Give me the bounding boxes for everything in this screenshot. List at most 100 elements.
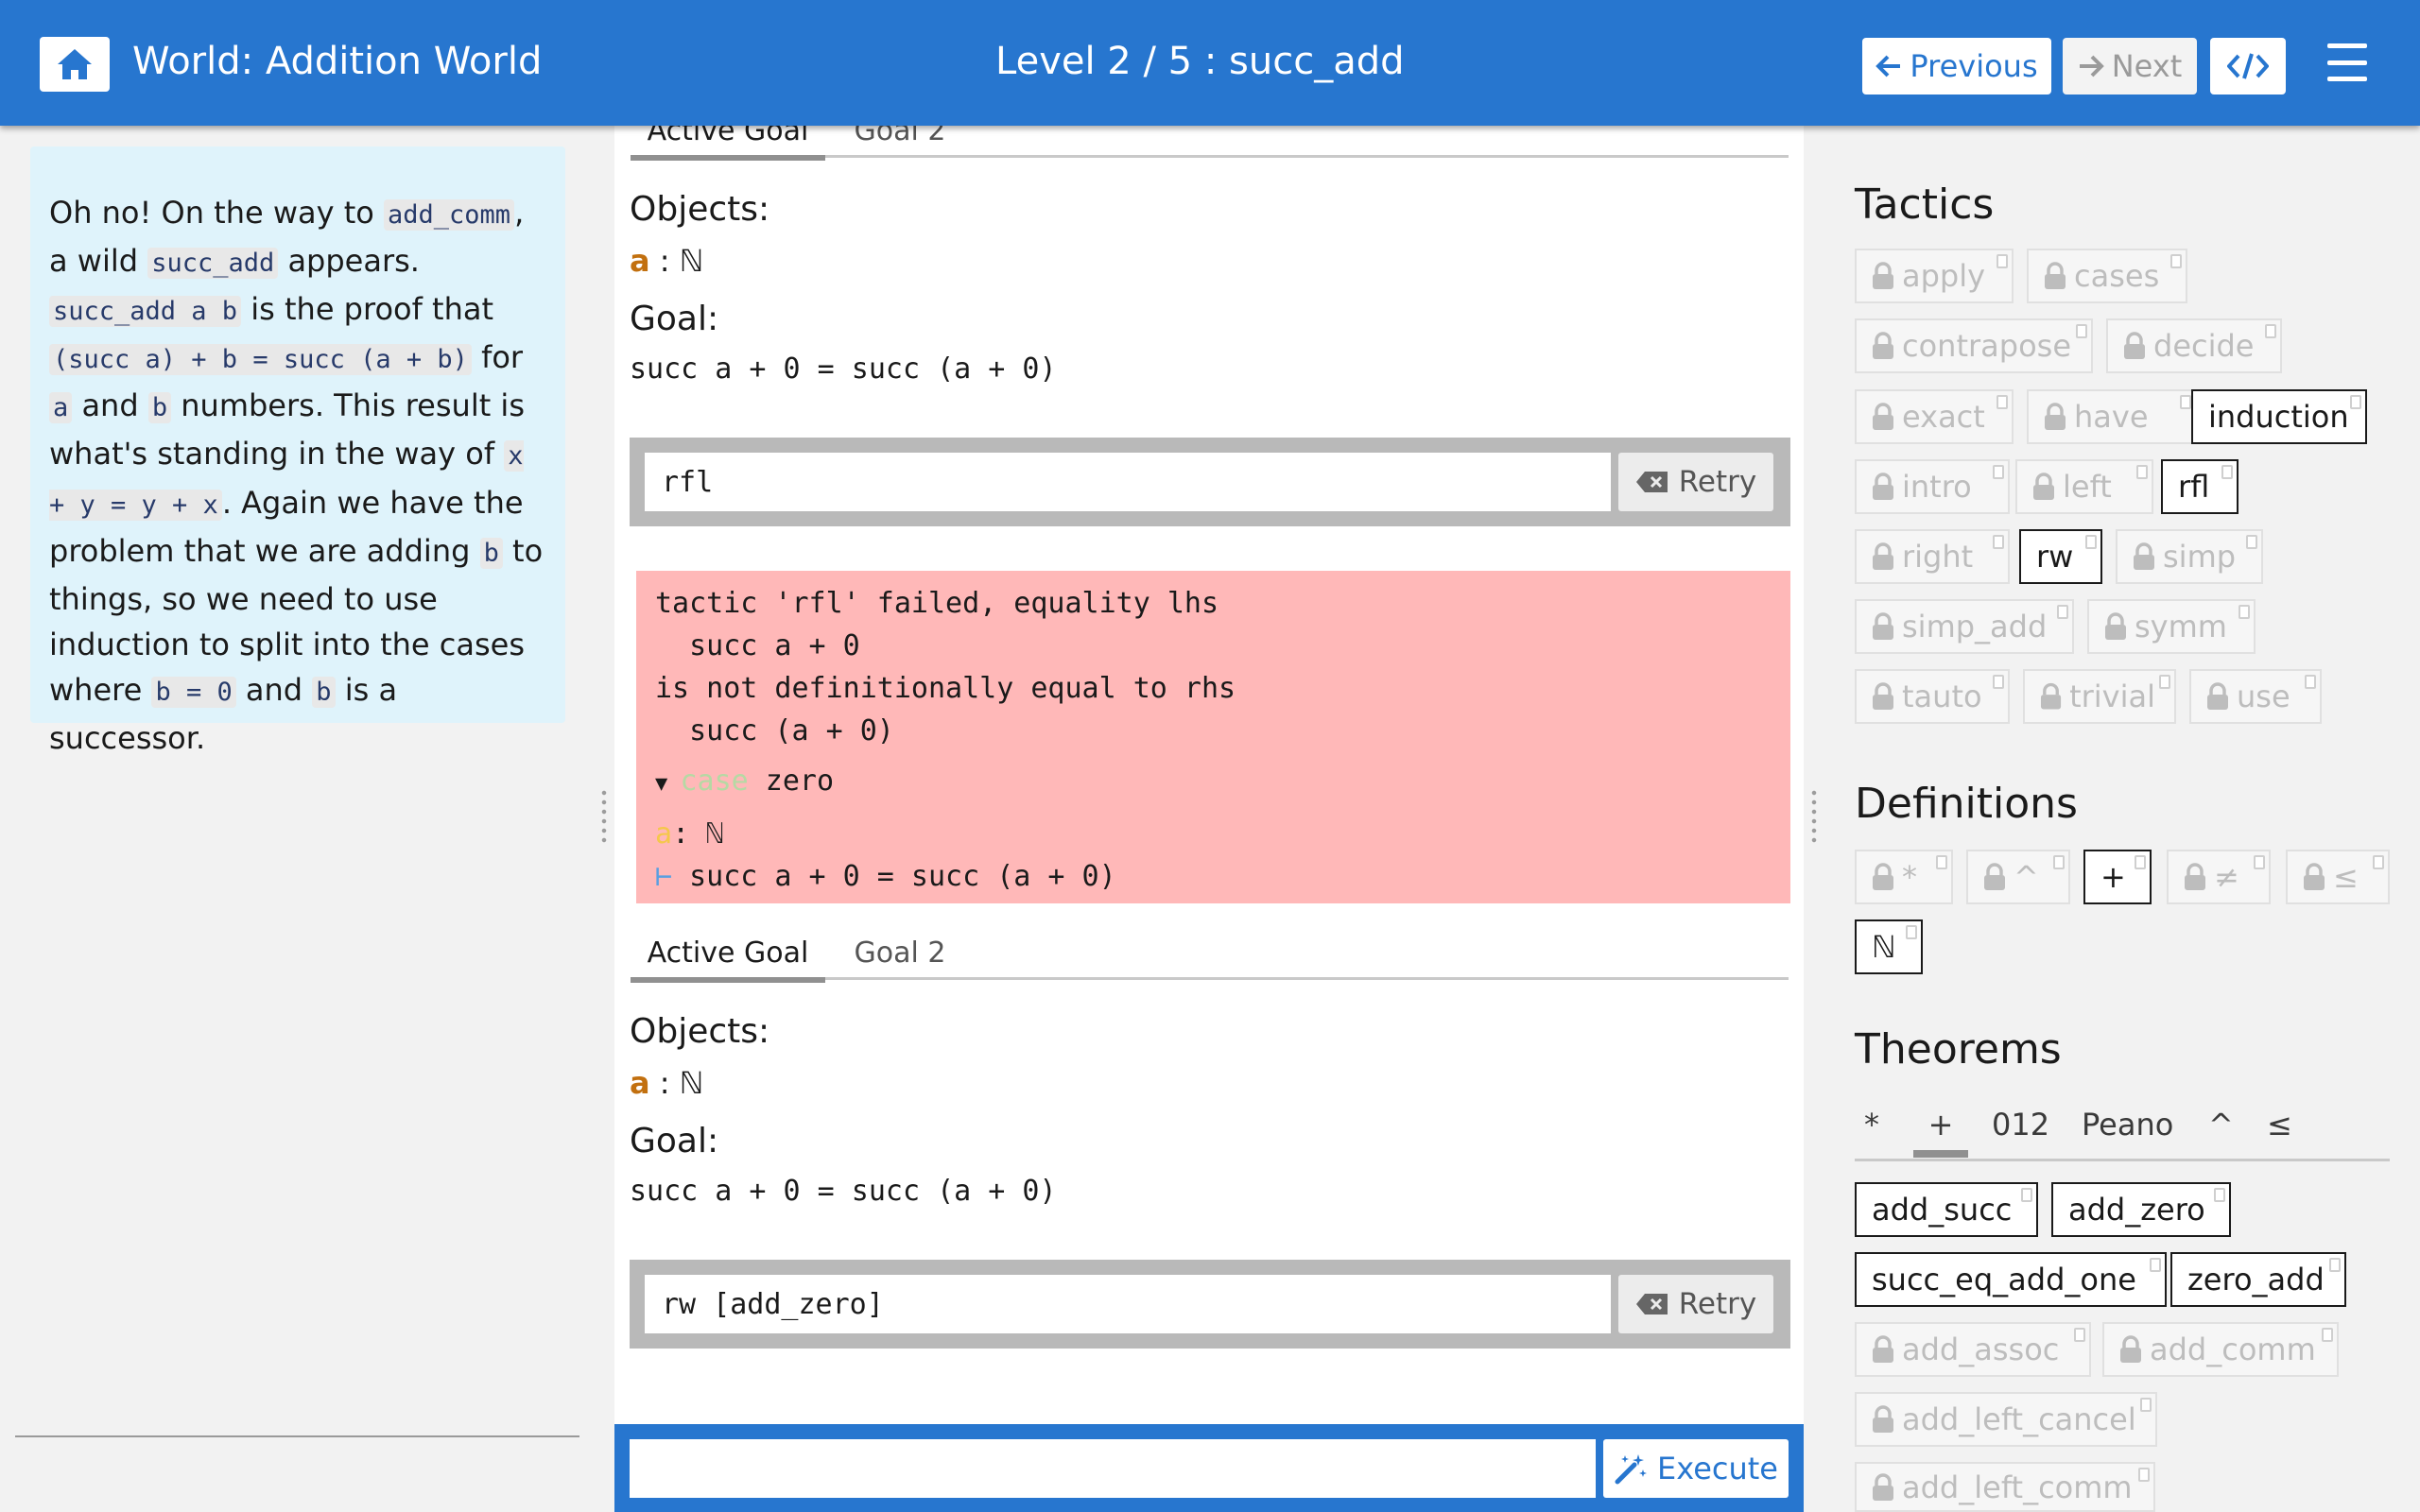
theorem-chip-add_assoc[interactable]: add_assoc	[1855, 1322, 2091, 1377]
copy-icon[interactable]	[2329, 1258, 2341, 1272]
tactic-chip-decide[interactable]: decide	[2106, 318, 2282, 373]
theorem-chip-add_comm[interactable]: add_comm	[2102, 1322, 2339, 1377]
copy-icon[interactable]	[2238, 605, 2250, 619]
case-header[interactable]: ▼ case zero	[655, 760, 1772, 805]
tactic-chip-trivial[interactable]: trivial	[2023, 669, 2176, 724]
copy-icon[interactable]	[2076, 324, 2087, 338]
hamburger-menu-icon[interactable]	[2327, 43, 2367, 81]
execute-button[interactable]: Execute	[1603, 1439, 1789, 1498]
copy-icon[interactable]	[1996, 254, 2008, 268]
tactic-chip-symm[interactable]: symm	[2087, 599, 2256, 654]
definition-chip-[interactable]: *	[1855, 850, 1953, 904]
tactic-chip-contrapose[interactable]: contrapose	[1855, 318, 2093, 373]
tab-active-goal[interactable]: Active Goal	[631, 933, 825, 983]
definition-chip-[interactable]: ≠	[2167, 850, 2271, 904]
copy-icon[interactable]	[2150, 1258, 2161, 1272]
tab-active-goal[interactable]: Active Goal	[631, 126, 825, 161]
copy-icon[interactable]	[2322, 1328, 2333, 1342]
copy-icon[interactable]	[2074, 1328, 2085, 1342]
home-button[interactable]	[40, 37, 110, 92]
tab-goal-2[interactable]: Goal 2	[848, 933, 952, 980]
copy-icon[interactable]	[1936, 855, 1947, 869]
copy-icon[interactable]	[2159, 675, 2170, 689]
theorem-tab[interactable]: ≤	[2267, 1107, 2292, 1143]
tactic-chip-simp[interactable]: simp	[2116, 529, 2263, 584]
theorem-chip-add_left_comm[interactable]: add_left_comm	[1855, 1462, 2155, 1512]
copy-icon[interactable]	[2136, 465, 2148, 479]
tactic-chip-left[interactable]: left	[2015, 459, 2153, 514]
command-text[interactable]: rw [add_zero]	[645, 1275, 1611, 1333]
theorem-tab[interactable]: 012	[1992, 1107, 2049, 1143]
copy-icon[interactable]	[1996, 395, 2008, 409]
copy-icon[interactable]	[2350, 395, 2361, 409]
tactic-chip-apply[interactable]: apply	[1855, 249, 2014, 303]
theorem-tab[interactable]: Peano	[2082, 1107, 2173, 1143]
divider	[15, 1435, 579, 1437]
tactic-chip-induction[interactable]: induction	[2191, 389, 2367, 444]
theorem-chip-add_zero[interactable]: add_zero	[2051, 1182, 2231, 1237]
tactic-label: simp_add	[1902, 609, 2048, 644]
copy-icon[interactable]	[2254, 855, 2265, 869]
theorem-chip-add_succ[interactable]: add_succ	[1855, 1182, 2038, 1237]
previous-button[interactable]: Previous	[1862, 38, 2051, 94]
level-introduction: Oh no! On the way to add_comm, a wild su…	[30, 146, 565, 756]
copy-icon[interactable]	[1993, 675, 2004, 689]
tactic-chip-intro[interactable]: intro	[1855, 459, 2010, 514]
copy-icon[interactable]	[1906, 925, 1917, 939]
theorem-tab[interactable]: *	[1864, 1107, 1879, 1143]
tab-goal-2[interactable]: Goal 2	[848, 126, 952, 158]
intro-code: (succ a) + b = succ (a + b)	[49, 344, 472, 376]
tactic-label: cases	[2074, 258, 2160, 294]
lock-icon	[1873, 403, 1893, 430]
tactic-chip-have[interactable]: have	[2027, 389, 2197, 444]
copy-icon[interactable]	[2135, 855, 2146, 869]
lock-icon	[2105, 612, 2126, 640]
copy-icon[interactable]	[2085, 535, 2097, 549]
retry-button[interactable]: Retry	[1618, 453, 1773, 511]
command-text[interactable]: rfl	[645, 453, 1611, 511]
definition-chip-[interactable]: ≤	[2286, 850, 2390, 904]
definition-chip-[interactable]: ℕ	[1855, 919, 1923, 974]
lock-icon	[1873, 1405, 1893, 1433]
definition-chip-[interactable]: ^	[1966, 850, 2070, 904]
tactic-chip-exact[interactable]: exact	[1855, 389, 2014, 444]
copy-icon[interactable]	[2180, 395, 2191, 409]
copy-icon[interactable]	[2221, 465, 2233, 479]
case-hypothesis: a: ℕ	[655, 813, 1772, 855]
command-input[interactable]	[630, 1439, 1596, 1498]
tactic-chip-simp_add[interactable]: simp_add	[1855, 599, 2074, 654]
copy-icon[interactable]	[2214, 1188, 2225, 1202]
copy-icon[interactable]	[2373, 855, 2384, 869]
tactic-chip-right[interactable]: right	[1855, 529, 2010, 584]
copy-icon[interactable]	[1993, 465, 2004, 479]
theorem-chip-zero_add[interactable]: zero_add	[2170, 1252, 2346, 1307]
retry-button[interactable]: Retry	[1618, 1275, 1773, 1333]
editor-mode-button[interactable]	[2210, 38, 2286, 94]
copy-icon[interactable]	[2057, 605, 2068, 619]
copy-icon[interactable]	[2246, 535, 2257, 549]
copy-icon[interactable]	[2138, 1468, 2150, 1482]
lock-icon	[1873, 1472, 1893, 1501]
copy-icon[interactable]	[1993, 535, 2004, 549]
copy-icon[interactable]	[2021, 1188, 2032, 1202]
collapse-triangle-icon[interactable]: ▼	[655, 772, 681, 796]
copy-icon[interactable]	[2053, 855, 2065, 869]
tactic-chip-cases[interactable]: cases	[2027, 249, 2187, 303]
tactic-chip-tauto[interactable]: tauto	[1855, 669, 2010, 724]
copy-icon[interactable]	[2265, 324, 2276, 338]
next-button[interactable]: Next	[2063, 38, 2197, 94]
definition-chip-[interactable]: +	[2083, 850, 2152, 904]
right-resize-handle[interactable]	[1811, 788, 1817, 845]
tactic-chip-rfl[interactable]: rfl	[2161, 459, 2238, 514]
level-title: Level 2 / 5 : succ_add	[995, 40, 1405, 83]
tactic-chip-rw[interactable]: rw	[2019, 529, 2102, 584]
theorem-tab[interactable]: ^	[2208, 1107, 2234, 1143]
theorem-chip-succ_eq_add_one[interactable]: succ_eq_add_one	[1855, 1252, 2167, 1307]
tactic-chip-use[interactable]: use	[2189, 669, 2322, 724]
theorem-tab[interactable]: +	[1913, 1107, 1968, 1158]
left-resize-handle[interactable]	[601, 788, 607, 845]
copy-icon[interactable]	[2170, 254, 2182, 268]
theorem-chip-add_left_cancel[interactable]: add_left_cancel	[1855, 1392, 2157, 1447]
copy-icon[interactable]	[2140, 1398, 2152, 1412]
copy-icon[interactable]	[2305, 675, 2316, 689]
